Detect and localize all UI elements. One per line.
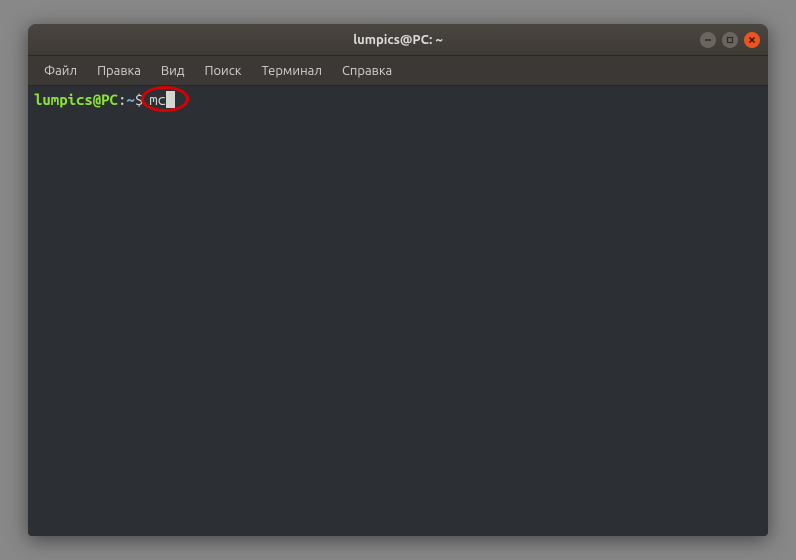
maximize-button[interactable] (722, 32, 738, 48)
minimize-icon (704, 36, 712, 44)
prompt-separator: : (118, 90, 126, 110)
terminal-window: lumpics@PC: ~ Файл Правка Вид Поиск Терм… (28, 24, 768, 536)
window-controls (700, 32, 760, 48)
cursor-icon (166, 91, 175, 108)
menu-terminal[interactable]: Терминал (253, 60, 329, 82)
menubar: Файл Правка Вид Поиск Терминал Справка (28, 56, 768, 86)
menu-search[interactable]: Поиск (196, 60, 249, 82)
menu-file[interactable]: Файл (36, 60, 85, 82)
prompt-line: lumpics@PC:~$ mc (34, 90, 762, 110)
command-text: mc (149, 90, 166, 110)
close-icon (748, 36, 756, 44)
close-button[interactable] (744, 32, 760, 48)
terminal-area[interactable]: lumpics@PC:~$ mc (28, 86, 768, 536)
minimize-button[interactable] (700, 32, 716, 48)
window-title: lumpics@PC: ~ (353, 33, 443, 47)
prompt-user: lumpics@PC (34, 90, 118, 110)
menu-view[interactable]: Вид (153, 60, 193, 82)
titlebar: lumpics@PC: ~ (28, 24, 768, 56)
command-wrap: mc (149, 90, 175, 110)
prompt-symbol: $ (135, 90, 143, 110)
menu-help[interactable]: Справка (334, 60, 400, 82)
maximize-icon (726, 36, 734, 44)
prompt-path: ~ (126, 90, 134, 110)
menu-edit[interactable]: Правка (89, 60, 149, 82)
